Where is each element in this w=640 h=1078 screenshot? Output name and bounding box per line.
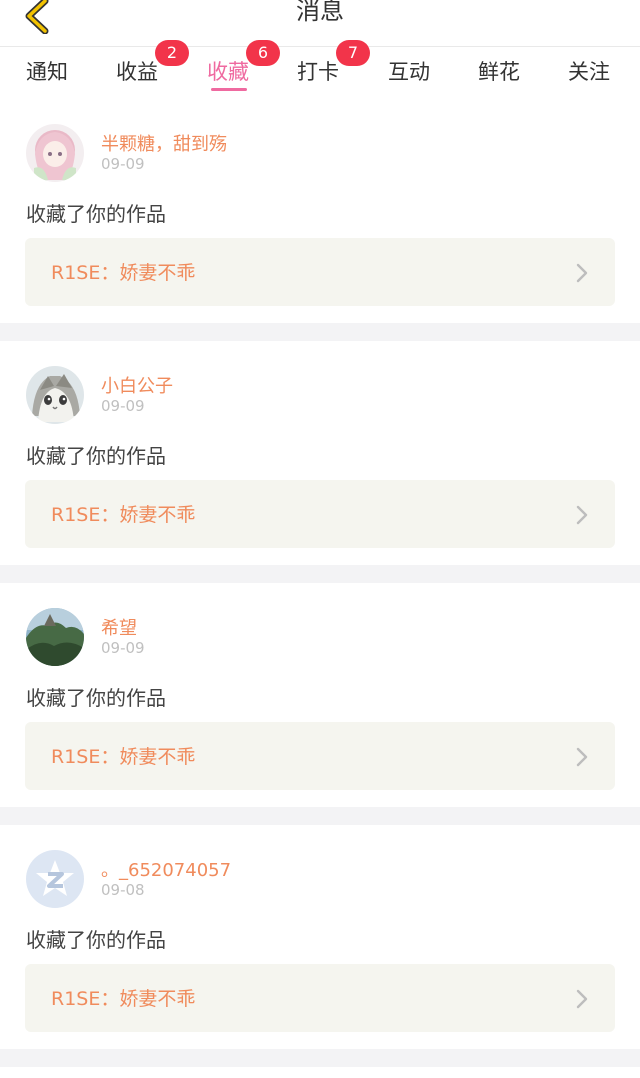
username[interactable]: 小白公子: [101, 372, 173, 398]
message-date: 09-09: [101, 155, 145, 173]
username[interactable]: 半颗糖，甜到殇: [101, 130, 227, 156]
default-qq-avatar-icon: [26, 850, 84, 908]
tab-label: 关注: [568, 60, 610, 84]
tab-bar: 通知 收益 2 收藏 6 打卡 7 互动 鲜花 关注: [0, 40, 640, 99]
message-date: 09-09: [101, 639, 145, 657]
message-card: 小白公子 09-09 收藏了你的作品 R1SE：娇妻不乖: [0, 341, 640, 565]
tab-notice[interactable]: 通知: [26, 47, 74, 99]
tab-label: 互动: [388, 60, 430, 84]
work-link[interactable]: R1SE：娇妻不乖: [25, 964, 615, 1032]
avatar[interactable]: [26, 366, 84, 424]
work-link[interactable]: R1SE：娇妻不乖: [25, 722, 615, 790]
tab-label: 通知: [26, 60, 68, 84]
tab-checkin[interactable]: 打卡 7: [297, 40, 370, 99]
message-card: 半颗糖，甜到殇 09-09 收藏了你的作品 R1SE：娇妻不乖: [0, 99, 640, 323]
message-card: 希望 09-09 收藏了你的作品 R1SE：娇妻不乖: [0, 583, 640, 807]
avatar[interactable]: [26, 124, 84, 182]
card-divider: [0, 323, 640, 341]
work-title: R1SE：娇妻不乖: [51, 262, 196, 284]
action-text: 收藏了你的作品: [26, 928, 166, 952]
tab-label: 鲜花: [478, 60, 520, 84]
avatar[interactable]: [26, 608, 84, 666]
active-tab-indicator: [211, 88, 247, 91]
page-title: 消息: [296, 0, 344, 25]
work-link[interactable]: R1SE：娇妻不乖: [25, 238, 615, 306]
work-title: R1SE：娇妻不乖: [51, 504, 196, 526]
username[interactable]: 。_652074057: [101, 856, 231, 882]
message-card: 。_652074057 09-08 收藏了你的作品 R1SE：娇妻不乖: [0, 825, 640, 1049]
card-divider: [0, 1049, 640, 1067]
chevron-right-icon: [576, 263, 588, 283]
card-divider: [0, 807, 640, 825]
tab-follow[interactable]: 关注: [568, 47, 616, 99]
landscape-avatar-icon: [26, 608, 84, 666]
chevron-right-icon: [576, 989, 588, 1009]
username[interactable]: 希望: [101, 614, 137, 640]
work-link[interactable]: R1SE：娇妻不乖: [25, 480, 615, 548]
cat-avatar-icon: [26, 366, 84, 424]
action-text: 收藏了你的作品: [26, 202, 166, 226]
message-date: 09-08: [101, 881, 145, 899]
tab-interaction[interactable]: 互动: [388, 47, 436, 99]
top-bar: 消息: [0, 0, 640, 47]
tab-earnings[interactable]: 收益 2: [116, 40, 189, 99]
tab-badge: 2: [155, 40, 189, 66]
tab-label: 收益: [116, 60, 158, 84]
chevron-right-icon: [576, 747, 588, 767]
card-divider: [0, 565, 640, 583]
action-text: 收藏了你的作品: [26, 444, 166, 468]
tab-label: 打卡: [297, 60, 339, 84]
avatar[interactable]: [26, 850, 84, 908]
message-list: 半颗糖，甜到殇 09-09 收藏了你的作品 R1SE：娇妻不乖 小白公子 09-…: [0, 99, 640, 1067]
anime-girl-avatar-icon: [26, 124, 84, 182]
message-date: 09-09: [101, 397, 145, 415]
work-title: R1SE：娇妻不乖: [51, 746, 196, 768]
tab-badge: 7: [336, 40, 370, 66]
tab-label: 收藏: [207, 60, 249, 84]
chevron-right-icon: [576, 505, 588, 525]
tab-badge: 6: [246, 40, 280, 66]
work-title: R1SE：娇妻不乖: [51, 988, 196, 1010]
tab-favorites[interactable]: 收藏 6: [207, 40, 280, 99]
tab-flowers[interactable]: 鲜花: [478, 47, 526, 99]
action-text: 收藏了你的作品: [26, 686, 166, 710]
app-root: 消息 通知 收益 2 收藏 6 打卡 7 互动 鲜花 关注 半颗糖，甜到殇 09…: [0, 0, 640, 1078]
